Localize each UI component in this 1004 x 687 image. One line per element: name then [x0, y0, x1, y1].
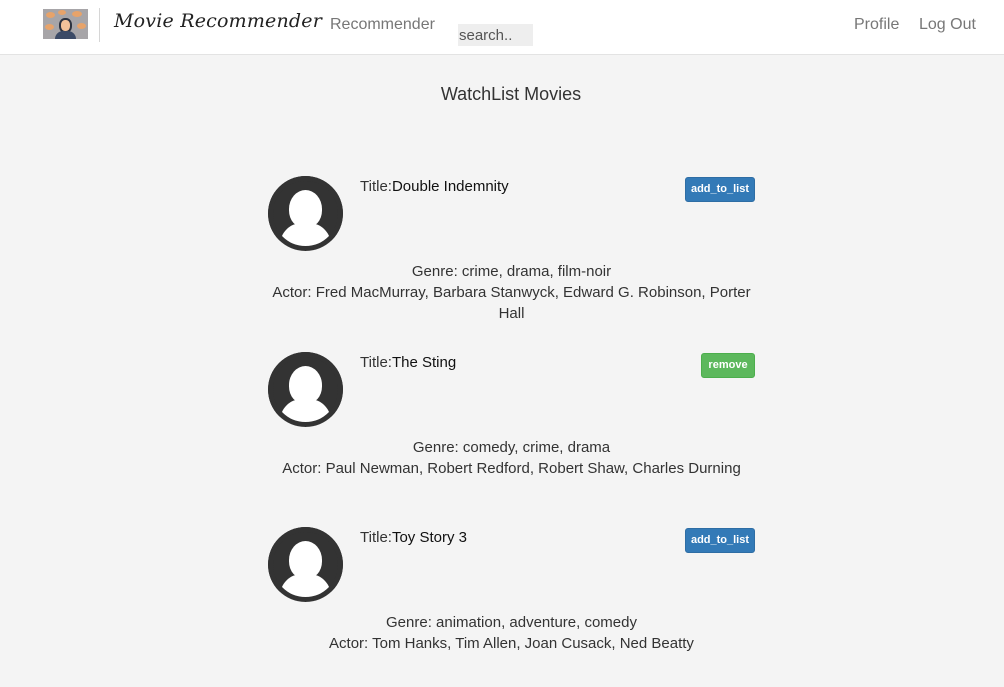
movie-actors: Actor: Paul Newman, Robert Redford, Robe…: [268, 458, 755, 479]
logo[interactable]: [43, 9, 88, 39]
navbar: Movie Recommender Recommender Profile Lo…: [0, 0, 1004, 55]
avatar-ring: [268, 352, 343, 427]
genre-value: crime, drama, film-noir: [461, 263, 612, 280]
genre-value: animation, adventure, comedy: [436, 614, 637, 631]
movie-title-value: Toy Story 3: [391, 529, 467, 546]
add-to-list-button[interactable]: add_to_list: [685, 528, 755, 553]
movie-title-label: Title:: [360, 529, 392, 546]
avatar-icon: [268, 176, 343, 251]
movie-meta: Genre: comedy, crime, drama Actor: Paul …: [268, 437, 755, 479]
genre-label: Genre:: [412, 439, 463, 456]
movie-title-label: Title:: [360, 354, 392, 371]
genre-value: comedy, crime, drama: [462, 439, 611, 456]
actor-value: Paul Newman, Robert Redford, Robert Shaw…: [325, 460, 741, 477]
genre-label: Genre:: [386, 614, 437, 631]
movie-title: Title:Double Indemnity: [360, 178, 509, 195]
logo-bubble: [72, 11, 82, 17]
movie-title-value: Double Indemnity: [391, 178, 509, 195]
logo-bubble: [77, 23, 86, 29]
movie-meta: Genre: crime, drama, film-noir Actor: Fr…: [268, 261, 755, 324]
movie-card: Title:The Sting remove Genre: comedy, cr…: [268, 352, 755, 512]
movie-card: Title:Double Indemnity add_to_list Genre…: [268, 176, 755, 336]
actor-label: Actor:: [282, 460, 326, 477]
remove-button[interactable]: remove: [701, 353, 755, 378]
movie-title-label: Title:: [360, 178, 392, 195]
movie-title: Title:Toy Story 3: [360, 529, 467, 546]
movie-actors: Actor: Fred MacMurray, Barbara Stanwyck,…: [268, 282, 755, 324]
nav-profile-link[interactable]: Profile: [854, 16, 899, 34]
movie-actors: Actor: Tom Hanks, Tim Allen, Joan Cusack…: [268, 633, 755, 654]
logo-body: [55, 31, 76, 39]
actor-value: Tom Hanks, Tim Allen, Joan Cusack, Ned B…: [372, 635, 694, 652]
movie-title: Title:The Sting: [360, 354, 456, 371]
logo-bubble: [46, 12, 55, 18]
avatar-ring: [268, 527, 343, 602]
actor-label: Actor:: [272, 284, 316, 301]
nav-recommender-link[interactable]: Recommender: [330, 16, 435, 34]
genre-label: Genre:: [411, 263, 462, 280]
add-to-list-button[interactable]: add_to_list: [685, 177, 755, 202]
movie-genre: Genre: animation, adventure, comedy: [268, 612, 755, 633]
actor-value: Fred MacMurray, Barbara Stanwyck, Edward…: [315, 284, 751, 322]
nav-logout-link[interactable]: Log Out: [919, 16, 976, 34]
movie-genre: Genre: comedy, crime, drama: [268, 437, 755, 458]
avatar-icon: [268, 352, 343, 427]
movie-meta: Genre: animation, adventure, comedy Acto…: [268, 612, 755, 654]
brand-divider: [99, 8, 100, 42]
logo-bubble: [45, 24, 54, 30]
logo-bubble: [58, 10, 66, 15]
search-input[interactable]: [458, 24, 533, 46]
movie-card: Title:Toy Story 3 add_to_list Genre: ani…: [268, 527, 755, 687]
brand-name[interactable]: Movie Recommender: [114, 10, 322, 32]
avatar-ring: [268, 176, 343, 251]
movie-title-value: The Sting: [391, 354, 457, 371]
actor-label: Actor:: [329, 635, 373, 652]
page-title: WatchList Movies: [440, 84, 582, 104]
avatar-icon: [268, 527, 343, 602]
movie-genre: Genre: crime, drama, film-noir: [268, 261, 755, 282]
